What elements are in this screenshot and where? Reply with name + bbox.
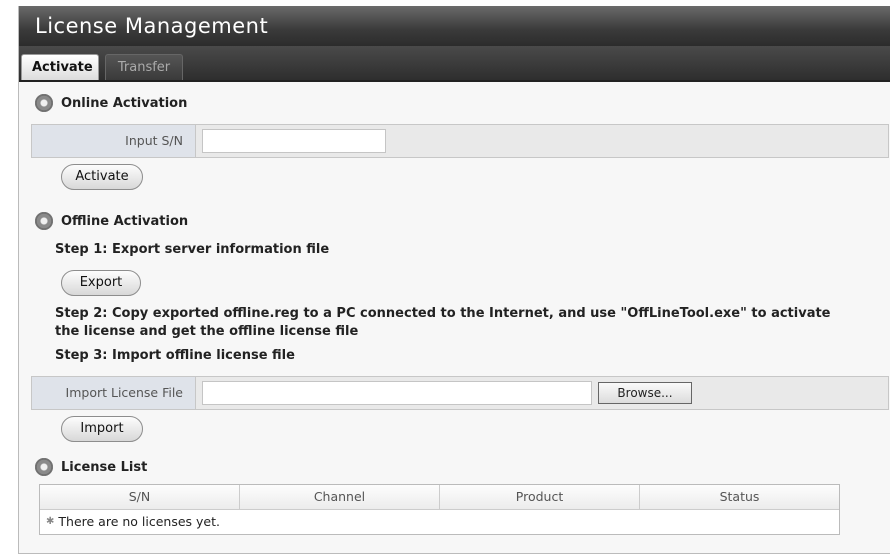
window-title: License Management bbox=[19, 6, 890, 46]
step-1-text: Step 1: Export server information file bbox=[55, 242, 330, 257]
license-management-window: License Management Activate Transfer Onl… bbox=[18, 6, 890, 554]
license-list-table: S/N Channel Product Status ✱ There are n… bbox=[39, 484, 840, 535]
license-list-heading: License List bbox=[35, 458, 147, 476]
tab-transfer[interactable]: Transfer bbox=[105, 54, 183, 80]
tab-bar: Activate Transfer bbox=[19, 46, 890, 82]
browse-button[interactable]: Browse... bbox=[598, 382, 692, 404]
import-license-file-row: Import License File Browse... bbox=[31, 376, 889, 410]
offline-activation-title: Offline Activation bbox=[61, 213, 189, 229]
license-list-title: License List bbox=[61, 459, 148, 475]
gear-icon bbox=[35, 212, 53, 230]
online-activation-heading: Online Activation bbox=[35, 94, 187, 112]
column-header-status[interactable]: Status bbox=[640, 485, 839, 509]
license-list-header: S/N Channel Product Status bbox=[40, 485, 839, 510]
activate-button[interactable]: Activate bbox=[61, 164, 143, 190]
step-2-text-line-1: Step 2: Copy exported offline.reg to a P… bbox=[55, 306, 831, 321]
serial-number-input[interactable] bbox=[202, 129, 386, 153]
info-icon: ✱ bbox=[46, 516, 55, 527]
offline-activation-heading: Offline Activation bbox=[35, 212, 188, 230]
serial-number-label: Input S/N bbox=[32, 125, 196, 157]
license-file-path-input[interactable] bbox=[202, 381, 592, 405]
gear-icon bbox=[35, 94, 53, 112]
export-button[interactable]: Export bbox=[61, 270, 141, 296]
column-header-sn[interactable]: S/N bbox=[40, 485, 240, 509]
empty-list-message: There are no licenses yet. bbox=[58, 514, 220, 529]
gear-icon bbox=[35, 458, 53, 476]
empty-list-row: ✱ There are no licenses yet. bbox=[40, 510, 839, 534]
serial-number-row: Input S/N bbox=[31, 124, 889, 158]
import-license-file-label: Import License File bbox=[32, 377, 196, 409]
column-header-product[interactable]: Product bbox=[440, 485, 640, 509]
step-2-text-line-2: the license and get the offline license … bbox=[55, 324, 359, 339]
step-3-text: Step 3: Import offline license file bbox=[55, 348, 295, 363]
online-activation-title: Online Activation bbox=[61, 95, 188, 111]
column-header-channel[interactable]: Channel bbox=[240, 485, 440, 509]
import-button[interactable]: Import bbox=[61, 416, 143, 442]
tab-activate[interactable]: Activate bbox=[21, 54, 99, 80]
